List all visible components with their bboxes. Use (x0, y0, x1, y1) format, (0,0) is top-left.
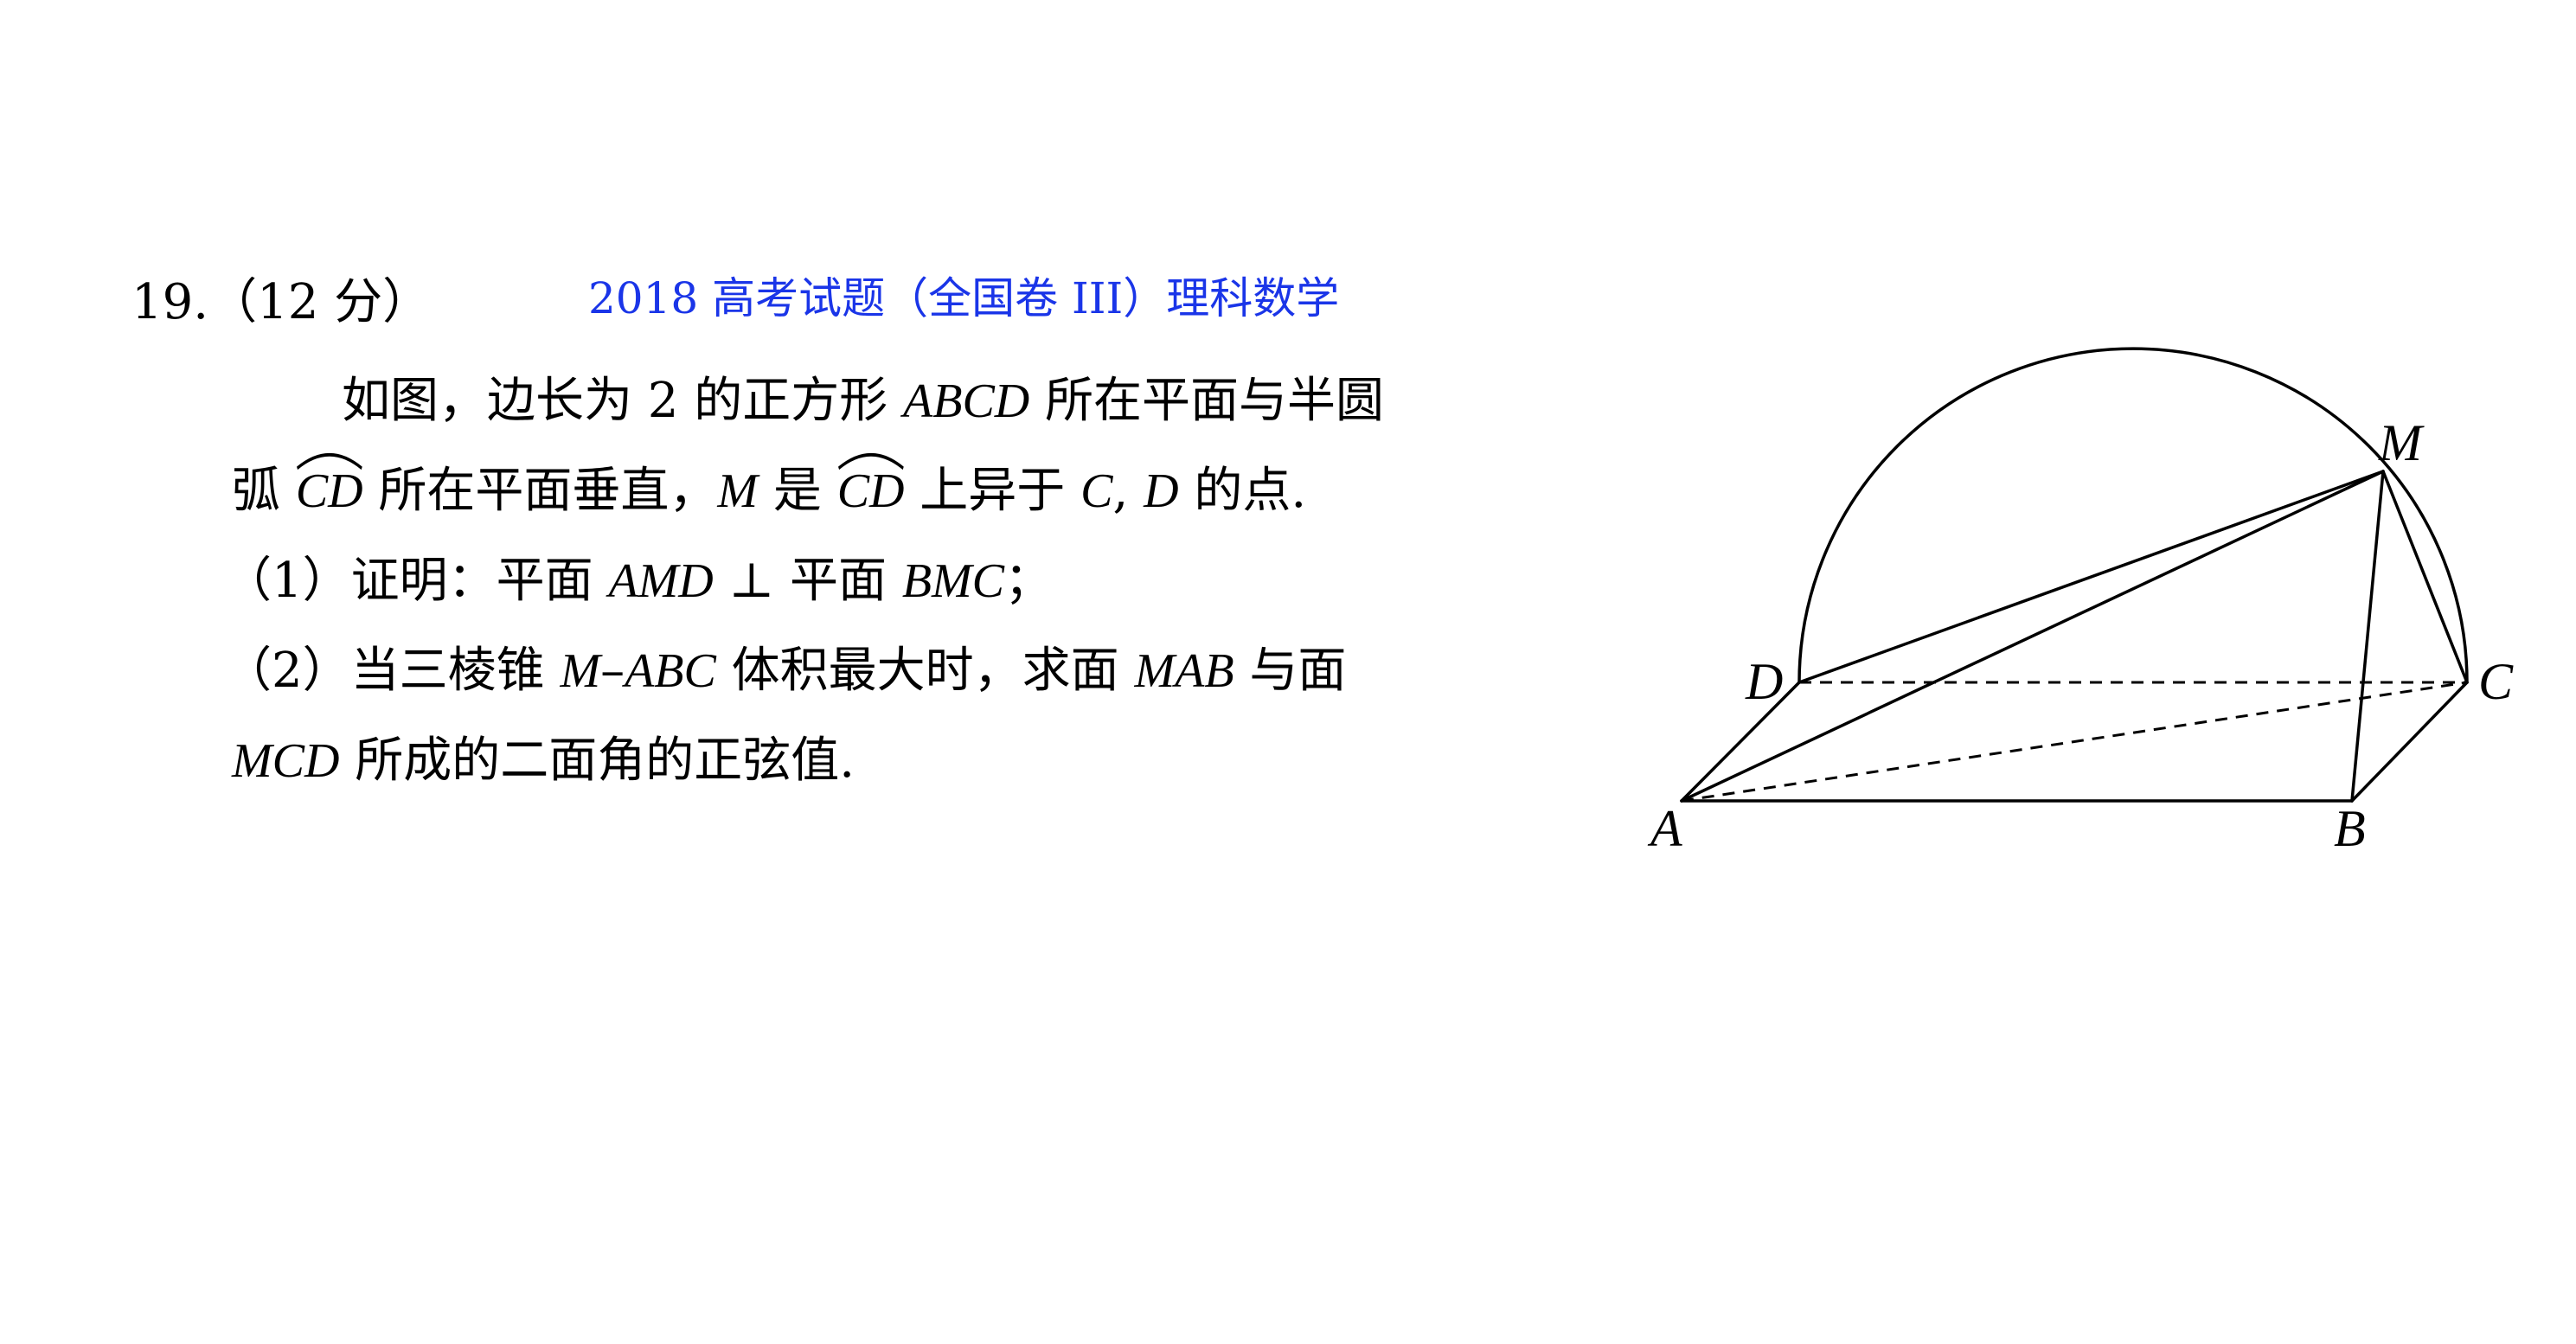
math-d: D (1144, 464, 1179, 518)
statement-text: , (1112, 463, 1144, 519)
math-abc: ABC (625, 644, 716, 698)
math-mab: MAB (1134, 644, 1234, 698)
statement-line-2: 弧 CD 所在平面垂直，M 是 CD 上异于 C, D 的点. (232, 452, 1306, 518)
geometry-figure: A B C D M (1647, 347, 2514, 857)
math-arc-cd: CD (295, 452, 363, 518)
statement-text: 所在平面与半圆 (1029, 373, 1385, 429)
arc-label: CD (295, 464, 363, 518)
statement-text: 如图，边长为 2 的正方形 (342, 373, 904, 429)
problem-points: （12 分） (208, 274, 432, 330)
edge-mb (2350, 470, 2385, 803)
part-1: （1）证明：平面 AMD ⊥ 平面 BMC； (223, 554, 1053, 608)
edge-md (1797, 470, 2385, 684)
math-amd: AMD (608, 554, 714, 608)
arc-label: CD (836, 464, 905, 518)
math-m: M (717, 464, 759, 518)
math-abcd: ABCD (903, 374, 1030, 428)
math-mcd: MCD (232, 734, 340, 788)
label-d: D (1745, 653, 1783, 710)
edge-mc (2381, 470, 2469, 684)
statement-text: 弧 (232, 463, 296, 519)
problem-number: 19. (131, 274, 209, 330)
problem-source: 2018 高考试题（全国卷 III）理科数学 (588, 273, 1340, 323)
math-arc-cd: CD (836, 452, 905, 518)
arc-accent-icon (837, 452, 904, 470)
label-m: M (2378, 414, 2425, 471)
label-b: B (2334, 800, 2366, 857)
part-text: – (600, 643, 625, 699)
statement-line-1: 如图，边长为 2 的正方形 ABCD 所在平面与半圆 (342, 377, 1384, 426)
edge-ac-dashed (1681, 681, 2468, 803)
part-2-line-2: MCD 所成的二面角的正弦值. (232, 734, 855, 788)
math-bmc: BMC (901, 554, 1005, 608)
part-text: 与面 (1234, 643, 1347, 699)
part-text: ⊥ 平面 (713, 553, 902, 609)
part-text: 体积最大时，求面 (715, 643, 1135, 699)
problem-header: 19.（12 分） (131, 278, 431, 327)
statement-text: 的点. (1178, 463, 1307, 519)
statement-text: 上异于 (904, 463, 1081, 519)
label-a: A (1647, 800, 1682, 857)
arc-accent-icon (296, 452, 362, 470)
edge-ma (1680, 470, 2385, 803)
statement-text: 是 (758, 463, 837, 519)
label-c: C (2478, 653, 2514, 710)
edge-bc (2350, 681, 2469, 803)
part-2-line-1: （2）当三棱锥 M–ABC 体积最大时，求面 MAB 与面 (223, 644, 1346, 698)
statement-text: 所在平面垂直， (362, 463, 718, 519)
part-text: （1）证明：平面 (223, 553, 609, 609)
part-text: （2）当三棱锥 (223, 643, 561, 699)
math-c: C (1080, 464, 1113, 518)
part-text: ； (1004, 553, 1054, 609)
math-m: M (560, 644, 601, 698)
part-text: 所成的二面角的正弦值. (339, 733, 855, 789)
